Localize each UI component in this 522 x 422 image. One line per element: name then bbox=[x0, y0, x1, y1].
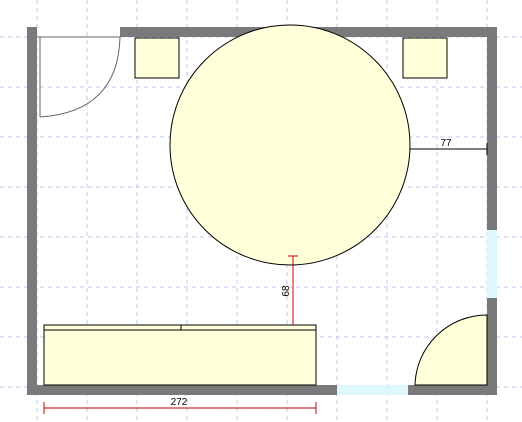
dimension-label-68: 68 bbox=[281, 285, 292, 297]
dimension-circle-to-bench: 68 bbox=[281, 255, 298, 325]
window-bottom bbox=[337, 385, 408, 395]
dimension-label-272: 272 bbox=[171, 397, 188, 408]
wall-left bbox=[27, 27, 37, 387]
furniture-top-left[interactable] bbox=[134, 37, 180, 79]
wall-bottom-left bbox=[27, 385, 337, 395]
furniture-top-right[interactable] bbox=[402, 37, 448, 79]
floorplan-canvas: 77 68 272 bbox=[0, 0, 522, 422]
bench[interactable] bbox=[43, 324, 317, 386]
dimension-bench-width: 272 bbox=[43, 397, 317, 414]
dimension-circle-to-wall: 77 bbox=[410, 138, 488, 155]
wall-right-upper bbox=[487, 27, 497, 230]
door-top-left[interactable] bbox=[37, 36, 121, 118]
round-table[interactable] bbox=[169, 24, 411, 266]
wall-right-lower bbox=[487, 298, 497, 387]
dimension-label-77: 77 bbox=[440, 138, 452, 149]
wall-bottom-right bbox=[408, 385, 497, 395]
floorplan-svg: 77 68 272 bbox=[0, 0, 522, 422]
door-bottom-right[interactable] bbox=[414, 314, 488, 386]
window-right bbox=[487, 230, 497, 298]
